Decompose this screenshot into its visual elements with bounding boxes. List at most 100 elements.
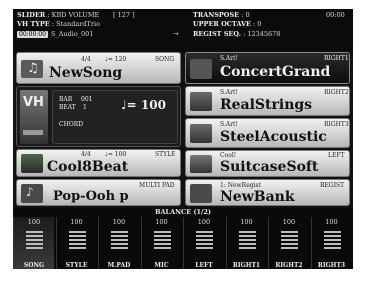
electric-piano-icon [190, 155, 212, 173]
vocal-harmony-logo[interactable]: VH [20, 90, 48, 144]
left-tag: LEFT [328, 152, 345, 159]
balance-value: 100 [197, 218, 211, 226]
balance-slider-icon[interactable] [281, 231, 298, 251]
balance-slider-icon[interactable] [238, 231, 256, 251]
balance-channel-right2[interactable]: 100 RIGHT2 [268, 217, 309, 269]
regist-panel[interactable]: 1: NewRegist REGIST NewBank [185, 179, 350, 206]
style-tempo: ♩= 100 [105, 151, 127, 158]
left-type: Cool! [220, 152, 237, 159]
balance-value: 100 [112, 218, 126, 226]
status-header: SLIDER : KBD VOLUME [ 127 ] VH TYPE : St… [13, 9, 353, 51]
multipad-tag: MULTI PAD [139, 182, 175, 189]
song-tag: SONG [155, 56, 175, 63]
vh-type-value: : StandardTrio [51, 20, 100, 28]
balance-slider-icon[interactable] [323, 231, 341, 251]
slider-number: [ 127 ] [113, 11, 135, 19]
song-time-signature: 4/4 [81, 56, 91, 63]
balance-channel-mic[interactable]: 100 MIC [140, 217, 182, 269]
regist-seq-value: : 12345678 [243, 30, 281, 38]
info-panel: VH BAR 001 BEAT 1 ♩= 100 CHORD [16, 86, 181, 147]
balance-slider-icon[interactable] [111, 231, 128, 251]
balance-label: RIGHT3 [317, 262, 346, 269]
music-note-icon: ♫ [21, 60, 43, 78]
beat-label: BEAT [59, 104, 76, 111]
voice-left-panel[interactable]: Cool! LEFT SuitcaseSoft [185, 150, 350, 177]
right2-type: S.Art! [220, 89, 238, 96]
balance-channel-mpad[interactable]: 100 M.PAD [98, 217, 139, 269]
transpose-value: : 0 [241, 11, 250, 19]
right1-type: S.Art! [220, 55, 238, 62]
transpose-label: TRANSPOSE [193, 11, 240, 19]
right2-voice-name: RealStrings [220, 97, 313, 113]
bar-label: BAR [59, 96, 73, 103]
style-tag: STYLE [155, 151, 176, 158]
multipad-person-icon: ♪ [21, 184, 43, 203]
balance-title: BALANCE (1/2) [154, 208, 212, 216]
clock: 00:00 [326, 11, 345, 19]
arrow-right-icon: ⇥ [173, 30, 179, 38]
style-panel[interactable]: 4/4 ♩= 100 STYLE Cool8Beat [16, 149, 181, 177]
voice-right2-panel[interactable]: S.Art! RIGHT2 RealStrings [185, 86, 350, 116]
right3-type: S.Art! [220, 121, 238, 128]
balance-value: 100 [70, 218, 83, 226]
balance-slider-icon[interactable] [153, 231, 171, 251]
balance-channel-left[interactable]: 100 LEFT [183, 217, 224, 269]
voice-right1-panel[interactable]: S.Art! RIGHT1 ConcertGrand [185, 52, 350, 84]
multipad-panel[interactable]: ♪ MULTI PAD Pop-Ooh p [16, 179, 181, 206]
balance-label: STYLE [65, 262, 88, 269]
balance-slider-icon[interactable] [26, 231, 43, 251]
balance-label: MIC [154, 262, 169, 269]
chord-label: CHORD [59, 121, 84, 128]
bar-beat-display: BAR 001 BEAT 1 ♩= 100 CHORD [52, 90, 178, 144]
beat-value: 1 [83, 104, 87, 111]
balance-label: RIGHT1 [232, 262, 261, 269]
balance-value: 100 [27, 218, 41, 226]
right3-tag: RIGHT3 [324, 121, 349, 128]
style-name: Cool8Beat [47, 159, 129, 175]
balance-value: 100 [240, 218, 253, 226]
balance-value: 100 [155, 218, 168, 226]
regist-seq-label: REGIST SEQ. [193, 30, 241, 38]
regist-bank-name: NewBank [220, 189, 295, 205]
song-time: 00:00:00 [17, 31, 48, 38]
right1-tag: RIGHT1 [324, 55, 349, 62]
balance-label: M.PAD [107, 262, 131, 269]
right1-voice-name: ConcertGrand [220, 64, 331, 80]
current-tempo: ♩= 100 [121, 98, 166, 112]
violin-icon [190, 92, 212, 111]
style-time-signature: 4/4 [81, 151, 91, 158]
balance-value: 100 [282, 218, 296, 226]
balance-slider-icon[interactable] [196, 231, 213, 251]
balance-channel-song[interactable]: 100 SONG [13, 217, 54, 269]
balance-value: 100 [325, 218, 338, 226]
right2-tag: RIGHT2 [324, 89, 349, 96]
bar-value: 001 [81, 96, 93, 103]
main-display: SLIDER : KBD VOLUME [ 127 ] VH TYPE : St… [13, 9, 353, 269]
vh-type-label: VH TYPE [17, 20, 50, 28]
balance-slider-icon[interactable] [68, 231, 86, 251]
balance-label: SONG [23, 262, 45, 269]
piano-icon [190, 59, 212, 79]
voice-right3-panel[interactable]: S.Art! RIGHT3 SteelAcoustic [185, 118, 350, 148]
right3-voice-name: SteelAcoustic [220, 129, 327, 145]
song-panel[interactable]: ♫ 4/4 ♩= 120 SONG NewSong [16, 52, 181, 84]
audio-file-name[interactable]: S_Audio_001 [51, 31, 93, 38]
style-drum-icon [21, 154, 43, 173]
regist-sub: 1: NewRegist [220, 182, 262, 189]
balance-channel-style[interactable]: 100 STYLE [55, 217, 97, 269]
left-voice-name: SuitcaseSoft [220, 159, 319, 175]
registration-book-icon [190, 184, 212, 203]
balance-label: RIGHT2 [275, 262, 303, 269]
slider-label: SLIDER [17, 11, 46, 19]
slider-value: : KBD VOLUME [47, 11, 100, 19]
regist-tag: REGIST [320, 182, 345, 189]
upper-octave-label: UPPER OCTAVE [193, 20, 251, 28]
upper-octave-value: : 0 [253, 20, 262, 28]
multipad-name: Pop-Ooh p [53, 189, 129, 204]
song-name: NewSong [49, 65, 123, 81]
balance-channel-right3[interactable]: 100 RIGHT3 [310, 217, 352, 269]
song-tempo: ♩= 120 [105, 56, 127, 63]
balance-channel-right1[interactable]: 100 RIGHT1 [225, 217, 267, 269]
guitar-icon [190, 124, 212, 143]
balance-label: LEFT [195, 262, 213, 269]
